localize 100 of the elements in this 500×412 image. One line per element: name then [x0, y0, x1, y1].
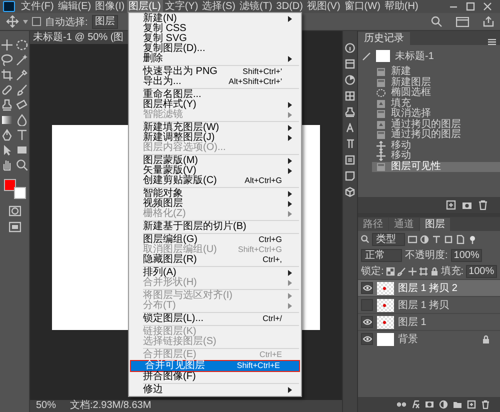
menu-item[interactable]: 新建填充图层(W) — [129, 123, 301, 133]
filter-dropdown[interactable]: 类型 — [372, 232, 405, 246]
menu-item[interactable]: 编辑(E) — [56, 0, 94, 13]
history-item[interactable]: 新建 — [372, 67, 500, 78]
mask-icon[interactable] — [425, 400, 434, 409]
layer-row[interactable]: 图层 1 — [358, 313, 500, 330]
menu-item[interactable]: 新建(N) — [129, 14, 301, 24]
menu-item[interactable]: 复制 SVG — [129, 34, 301, 44]
bandage-icon[interactable] — [1, 84, 13, 96]
move-icon[interactable] — [408, 266, 417, 276]
history-item[interactable]: 取消选择 — [372, 109, 500, 120]
stamp-icon[interactable] — [1, 99, 13, 111]
pointer-icon[interactable] — [1, 144, 13, 156]
brush-icon[interactable] — [16, 84, 28, 96]
history-item[interactable]: 图层可见性 — [372, 162, 500, 172]
grid-icon[interactable] — [345, 91, 355, 101]
notes-icon[interactable] — [345, 171, 355, 181]
drop-icon[interactable] — [16, 114, 28, 126]
smart-object-filter-icon[interactable] — [456, 234, 465, 244]
checker-icon[interactable] — [386, 266, 395, 276]
fill-field[interactable]: 100% — [466, 264, 498, 278]
caret-icon[interactable] — [23, 20, 28, 24]
menu-item[interactable]: 快速导出为 PNG Shift+Ctrl+' — [129, 67, 301, 77]
menu-item[interactable]: 窗口(W) — [342, 0, 382, 13]
paragraph-icon[interactable] — [345, 139, 355, 149]
history-item[interactable]: 通过拷贝的图层 — [372, 120, 500, 130]
menu-item[interactable]: 文字(Y) — [162, 0, 200, 13]
menu-item[interactable]: 视图(V) — [304, 0, 342, 13]
shape-filter-icon[interactable] — [444, 234, 453, 244]
menu-item[interactable]: 选择(S) — [200, 0, 238, 13]
trash-icon[interactable] — [481, 400, 490, 409]
menu-item[interactable]: 滤镜(T) — [238, 0, 274, 13]
menu-item[interactable]: 隐藏图层(R) Ctrl+, — [129, 255, 301, 265]
adjustment-icon[interactable] — [439, 400, 448, 409]
hand-icon[interactable] — [1, 159, 13, 171]
color-wheel-icon[interactable] — [345, 75, 355, 85]
new-document-icon[interactable] — [446, 200, 456, 210]
layer-row[interactable]: 背景 — [358, 330, 500, 347]
blend-mode-dropdown[interactable]: 正常 — [361, 248, 402, 262]
menu-item[interactable]: 文件(F) — [19, 0, 56, 13]
eraser-icon[interactable] — [16, 99, 28, 111]
menu-item[interactable]: 视频图层 — [129, 199, 301, 209]
gradient-icon[interactable] — [1, 114, 13, 126]
history-item[interactable]: 通过拷贝的图层 — [372, 130, 500, 140]
menu-item[interactable]: 新建调整图层(J) — [129, 133, 301, 143]
effects-icon[interactable] — [411, 400, 420, 409]
menu-item[interactable]: 创建剪贴蒙版(C) Alt+Ctrl+G — [129, 176, 301, 186]
menu-item[interactable]: 修边 — [129, 385, 301, 395]
folder-icon[interactable] — [453, 400, 462, 409]
type-filter-icon[interactable] — [432, 234, 441, 244]
auto-select-dropdown[interactable]: 图层 — [92, 14, 118, 28]
info-icon[interactable] — [345, 43, 355, 53]
properties-icon[interactable] — [345, 155, 355, 165]
lasso-icon[interactable] — [1, 54, 13, 66]
brush-icon[interactable] — [396, 266, 406, 276]
background-swatch[interactable] — [14, 187, 26, 199]
visibility-toggle[interactable] — [361, 316, 373, 328]
camera-icon[interactable] — [462, 200, 472, 210]
history-item[interactable]: 椭圆选框 — [372, 88, 500, 98]
history-item[interactable]: 新建图层 — [372, 78, 500, 88]
history-item[interactable]: 填充 — [372, 98, 500, 109]
menu-item[interactable]: 图层(L) — [126, 0, 163, 13]
move-icon[interactable] — [6, 15, 19, 28]
menu-item[interactable]: 删除 — [129, 54, 301, 64]
close-icon[interactable] — [483, 2, 492, 11]
library-icon[interactable] — [345, 59, 355, 69]
character-icon[interactable] — [345, 123, 355, 133]
menu-item[interactable]: 图层样式(Y) — [129, 100, 301, 110]
zoom-icon[interactable] — [16, 159, 28, 171]
image-filter-icon[interactable] — [408, 234, 417, 244]
pen-icon[interactable] — [1, 129, 13, 141]
text-icon[interactable] — [16, 129, 28, 141]
menu-item[interactable]: 拼合图像(F) — [129, 372, 301, 382]
stamp-icon[interactable] — [345, 107, 355, 117]
menu-item[interactable]: 合并可见图层 Shift+Ctrl+E — [131, 361, 299, 371]
menu-item[interactable]: 排列(A) — [129, 268, 301, 278]
maximize-icon[interactable] — [466, 2, 475, 11]
new-layer-icon[interactable] — [467, 400, 476, 409]
visibility-toggle[interactable] — [361, 333, 373, 345]
menu-item[interactable]: 新建基于图层的切片(B) — [129, 222, 301, 232]
cube-icon[interactable] — [345, 187, 355, 197]
menu-item[interactable]: 帮助(H) — [382, 0, 420, 13]
menu-item[interactable]: 导出为... Alt+Shift+Ctrl+' — [129, 77, 301, 87]
eyedropper-icon[interactable] — [16, 69, 28, 81]
opacity-field[interactable]: 100% — [450, 248, 482, 262]
history-item[interactable]: 移动 — [372, 140, 500, 151]
link-icon[interactable] — [397, 400, 406, 409]
menu-item[interactable]: 图层蒙版(M) — [129, 156, 301, 166]
panel-tab[interactable]: 路径 — [358, 218, 388, 231]
menu-item[interactable]: 智能对象 — [129, 189, 301, 199]
menu-item[interactable]: 复制 CSS — [129, 24, 301, 34]
history-item[interactable]: 移动 — [372, 151, 500, 162]
wand-icon[interactable] — [16, 54, 28, 66]
foreground-swatch[interactable] — [4, 179, 16, 191]
layer-row[interactable]: 图层 1 拷贝 2 — [358, 279, 500, 296]
menu-item[interactable]: 图层编组(G) Ctrl+G — [129, 235, 301, 245]
move-icon[interactable] — [1, 39, 13, 51]
marquee-icon[interactable] — [16, 39, 28, 51]
visibility-toggle[interactable] — [361, 299, 373, 311]
visibility-toggle[interactable] — [361, 282, 373, 294]
